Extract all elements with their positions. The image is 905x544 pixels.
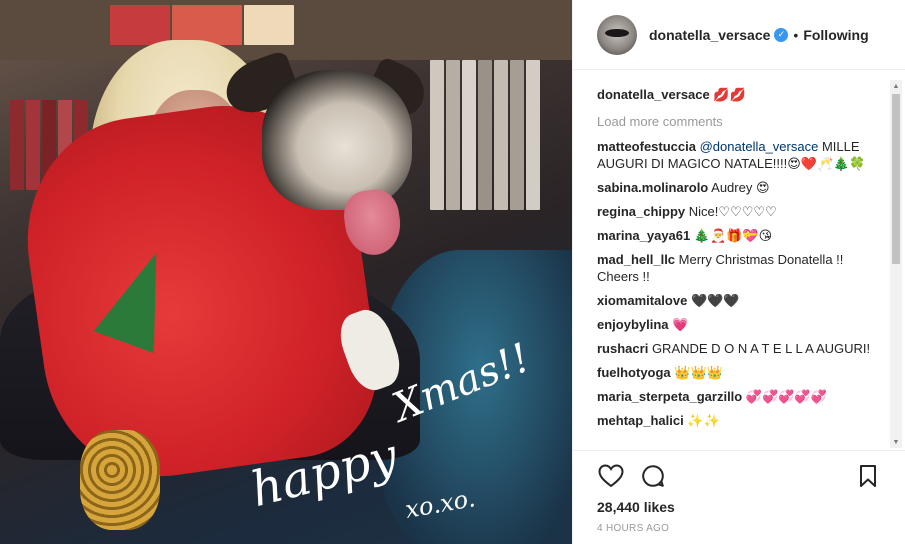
verified-badge-icon: ✓ [774, 27, 789, 42]
comment-text: GRANDE D O N A T E L L A AUGURI! [651, 341, 871, 356]
comment-row: marina_yaya61 🎄🎅🎁💝😘 [597, 227, 887, 244]
scroll-thumb[interactable] [892, 94, 900, 264]
load-more-comments-link[interactable]: Load more comments [597, 113, 887, 130]
comment-row: sabina.molinarolo Audrey 😍 [597, 179, 887, 196]
bookmark-icon[interactable] [854, 462, 882, 490]
avatar[interactable] [597, 14, 637, 55]
comment-username[interactable]: maria_sterpeta_garzillo [597, 389, 742, 404]
comment-text: Audrey 😍 [711, 180, 770, 195]
comment-text: Nice!♡♡♡♡♡ [688, 204, 777, 219]
comment-username[interactable]: mehtap_halici [597, 413, 684, 428]
comment-username[interactable]: rushacri [597, 341, 648, 356]
comment-text: ✨✨ [687, 413, 720, 428]
heart-icon[interactable] [597, 462, 625, 490]
post-header: donatella_versace ✓ • Following [573, 0, 905, 70]
post-actions: 28,440 likes 4 HOURS AGO [573, 450, 905, 534]
comment-icon[interactable] [639, 462, 667, 490]
dog-head [262, 70, 412, 210]
gold-bracelet [80, 430, 160, 530]
scroll-up-arrow-icon[interactable]: ▲ [890, 80, 902, 92]
caption-text: 💋💋 [713, 87, 746, 102]
action-icons [597, 459, 882, 493]
comment-username[interactable]: marina_yaya61 [597, 228, 690, 243]
likes-count[interactable]: 28,440 likes [597, 499, 882, 515]
comment-text: 🖤🖤🖤 [690, 293, 740, 308]
comment-username[interactable]: xiomamitalove [597, 293, 687, 308]
comment-text: 👑👑👑 [674, 365, 723, 380]
comment-row: rushacri GRANDE D O N A T E L L A AUGURI… [597, 340, 887, 357]
post-timestamp[interactable]: 4 HOURS AGO [597, 523, 882, 534]
comment-text: 🎄🎅🎁💝😘 [693, 228, 773, 243]
following-button[interactable]: Following [803, 27, 868, 43]
comment-username[interactable]: mad_hell_llc [597, 252, 675, 267]
comment-username[interactable]: sabina.molinarolo [597, 180, 708, 195]
comment-username[interactable]: fuelhotyoga [597, 365, 671, 380]
caption: donatella_versace 💋💋 [597, 86, 887, 103]
books-right [430, 60, 540, 210]
comment-username[interactable]: enjoybylina [597, 317, 669, 332]
comment-row: matteofestuccia @donatella_versace MILLE… [597, 138, 887, 172]
header-separator: • [793, 26, 799, 43]
comments-scrollbar[interactable]: ▲ ▼ [890, 80, 902, 448]
header-username[interactable]: donatella_versace [649, 27, 770, 43]
comment-row: regina_chippy Nice!♡♡♡♡♡ [597, 203, 887, 220]
post-sidebar: donatella_versace ✓ • Following donatell… [572, 0, 905, 544]
comment-row: mad_hell_llc Merry Christmas Donatella !… [597, 251, 887, 285]
scroll-down-arrow-icon[interactable]: ▼ [890, 436, 902, 448]
comment-row: mehtap_halici ✨✨ [597, 412, 887, 429]
post-photo[interactable]: Xmas!! happy xo.xo. [0, 0, 572, 544]
caption-username[interactable]: donatella_versace [597, 87, 710, 102]
comments-list[interactable]: donatella_versace 💋💋 Load more comments … [597, 80, 887, 448]
comment-row: enjoybylina 💗 [597, 316, 887, 333]
comment-text: 💗 [672, 317, 689, 332]
comment-row: fuelhotyoga 👑👑👑 [597, 364, 887, 381]
books-top [110, 5, 294, 45]
comment-username[interactable]: matteofestuccia [597, 139, 696, 154]
comment-username[interactable]: regina_chippy [597, 204, 685, 219]
comment-mention-link[interactable]: @donatella_versace [700, 139, 819, 154]
comment-row: xiomamitalove 🖤🖤🖤 [597, 292, 887, 309]
comment-text: 💞💞💞💞💞 [745, 389, 827, 404]
comment-row: maria_sterpeta_garzillo 💞💞💞💞💞 [597, 388, 887, 405]
